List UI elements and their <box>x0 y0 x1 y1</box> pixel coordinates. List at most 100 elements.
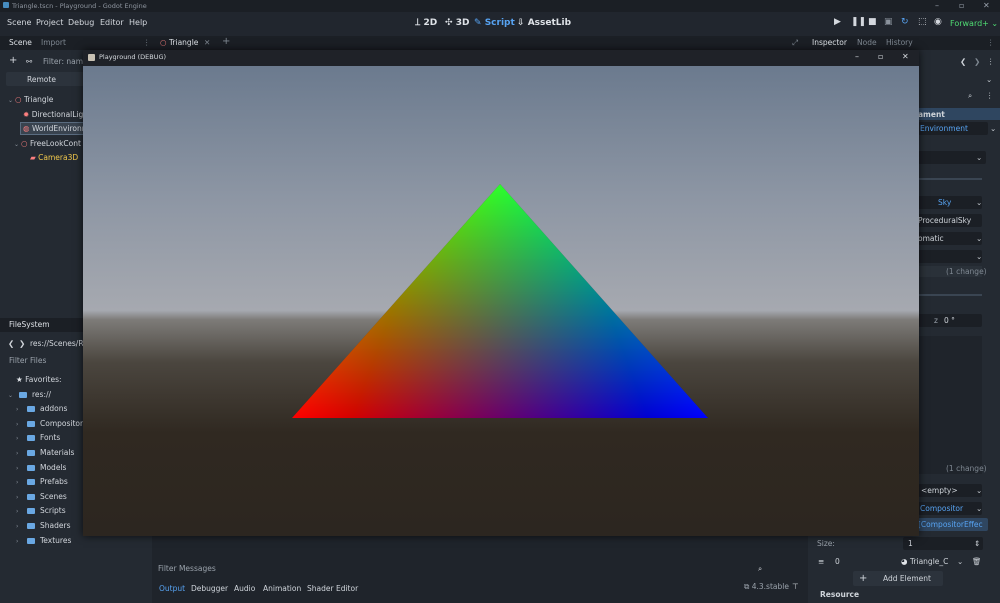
link-icon[interactable]: ⚯ <box>26 57 32 66</box>
play-icon[interactable]: ▶ <box>834 17 841 27</box>
tree-item-world-environment[interactable]: ◍ WorldEnvironm <box>23 124 89 133</box>
maximize-icon[interactable]: ▫ <box>878 52 883 61</box>
game-viewport[interactable] <box>83 66 919 536</box>
movie-maker-icon[interactable]: ◉ <box>934 17 942 27</box>
add-element-button[interactable]: + Add Element <box>853 571 943 586</box>
history-back-icon[interactable]: ❮ <box>960 57 966 66</box>
dock-menu-icon[interactable]: ⋮ <box>143 38 151 47</box>
folder-item[interactable]: › Shaders <box>16 521 70 530</box>
settings-icon[interactable]: ⋮ <box>986 91 994 100</box>
section-header[interactable]: ament <box>918 108 1000 120</box>
filter-messages-input[interactable]: Filter Messages <box>158 564 216 573</box>
folder-item[interactable]: › addons <box>16 404 67 413</box>
chevron-down-icon[interactable]: ⌄ <box>957 557 963 566</box>
back-icon[interactable]: ❮ <box>8 339 14 348</box>
menu-debug[interactable]: Debug <box>68 18 94 27</box>
tab-inspector[interactable]: Inspector <box>812 38 847 47</box>
scene-tab-triangle[interactable]: ○ Triangle <box>160 38 198 47</box>
close-icon[interactable]: ✕ <box>902 52 909 61</box>
folder-item[interactable]: › CompositorEf <box>16 419 90 428</box>
element-resource[interactable]: ◕ Triangle_C <box>901 557 948 566</box>
folder-item[interactable]: › Textures <box>16 536 71 545</box>
dock-menu-icon[interactable]: ⋮ <box>987 38 995 47</box>
close-tab-icon[interactable]: ✕ <box>204 38 210 47</box>
chevron-down-icon[interactable]: ⌄ <box>976 234 982 243</box>
procedural-sky-field[interactable]: ProceduralSky <box>918 214 982 227</box>
stop-icon[interactable]: ■ <box>868 17 877 27</box>
favorites-item[interactable]: ★ Favorites: <box>16 375 62 384</box>
search-icon[interactable]: ⌕ <box>968 91 972 101</box>
folder-item[interactable]: › Models <box>16 463 66 472</box>
bottom-tab-shader-editor[interactable]: Shader Editor <box>307 584 358 593</box>
folder-item[interactable]: › Materials <box>16 448 74 457</box>
pause-icon[interactable]: ❚❚ <box>851 17 866 27</box>
menu-help[interactable]: Help <box>129 18 147 27</box>
minimize-icon[interactable]: – <box>935 1 939 10</box>
menu-project[interactable]: Project <box>36 18 63 27</box>
tab-node[interactable]: Node <box>857 38 877 47</box>
history-forward-icon[interactable]: ❯ <box>974 57 980 66</box>
chevron-down-icon[interactable]: ⌄ <box>976 153 982 162</box>
scene-filter-input[interactable]: Filter: name <box>43 57 88 66</box>
folder-item[interactable]: › Scripts <box>16 506 66 515</box>
tab-filesystem[interactable]: FileSystem <box>9 320 50 329</box>
chevron-down-icon[interactable]: ⌄ <box>976 504 982 513</box>
distraction-free-icon[interactable]: ⤢ <box>792 38 798 48</box>
tree-item-camera[interactable]: ▰ Camera3D <box>30 153 78 162</box>
tree-item-triangle[interactable]: ⌄ ○ Triangle <box>8 95 53 104</box>
process-mode-select[interactable]: omatic <box>918 232 982 245</box>
add-node-icon[interactable]: + <box>9 55 17 66</box>
tab-scene[interactable]: Scene <box>9 38 32 47</box>
rotation-field[interactable]: z 0 ° <box>918 314 982 327</box>
compositor-effect-field[interactable]: [CompositorEffec <box>918 518 988 531</box>
env-resource-field[interactable]: Environment <box>918 122 988 135</box>
maximize-icon[interactable]: ▫ <box>959 1 964 10</box>
size-field[interactable]: 1 <box>903 537 983 550</box>
tab-import[interactable]: Import <box>41 38 66 47</box>
tab-history[interactable]: History <box>886 38 913 47</box>
search-icon[interactable]: ⌕ <box>758 564 762 574</box>
reload-icon[interactable]: ↻ <box>901 17 909 27</box>
menu-editor[interactable]: Editor <box>100 18 124 27</box>
folder-item[interactable]: › Prefabs <box>16 477 68 486</box>
bottom-tab-audio[interactable]: Audio <box>234 584 255 593</box>
filter-files-input[interactable]: Filter Files <box>9 356 46 365</box>
renderer-selector[interactable]: Forward+ ⌄ <box>950 19 998 28</box>
folder-item[interactable]: › Scenes <box>16 492 67 501</box>
workspace-3d-button[interactable]: ✣ 3D <box>445 18 469 28</box>
workspace-2d-button[interactable]: ⟘ 2D <box>415 18 437 28</box>
chevron-down-icon[interactable]: ⌄ <box>976 486 982 495</box>
bottom-tab-animation[interactable]: Animation <box>263 584 301 593</box>
chevron-down-icon[interactable]: ⌄ <box>976 198 982 207</box>
play-scene-icon[interactable]: ⬚ <box>918 17 927 27</box>
drag-handle-icon[interactable]: ≡ <box>818 557 824 566</box>
remote-debug-icon[interactable]: ▣ <box>884 17 893 27</box>
path-field[interactable]: res://Scenes/Ra <box>30 339 88 348</box>
chevron-down-icon[interactable]: ⌄ <box>990 124 996 133</box>
forward-icon[interactable]: ❯ <box>19 339 25 348</box>
add-tab-icon[interactable]: + <box>222 36 230 47</box>
pin-icon[interactable]: ⊤ <box>792 582 799 591</box>
object-menu-icon[interactable]: ⋮ <box>987 57 995 66</box>
folder-item[interactable]: › Fonts <box>16 433 60 442</box>
bottom-tab-output[interactable]: Output <box>159 584 185 593</box>
size-stepper-icon[interactable]: ⇕ <box>974 539 980 548</box>
radiance-select[interactable] <box>918 250 982 263</box>
camera-attributes-field[interactable]: <empty> <box>918 484 982 497</box>
minimize-icon[interactable]: – <box>855 52 859 61</box>
compositor-field[interactable]: Compositor <box>918 502 982 515</box>
tree-item-directional-light[interactable]: ✹ DirectionalLig <box>23 110 83 119</box>
workspace-script-button[interactable]: ✎ Script <box>474 18 515 28</box>
menu-scene[interactable]: Scene <box>7 18 31 27</box>
delete-icon[interactable]: 🗑 <box>972 557 982 566</box>
res-root-item[interactable]: ⌄ res:// <box>8 390 51 399</box>
debug-game-window[interactable]: Playground (DEBUG) – ▫ ✕ <box>83 50 919 536</box>
sky-resource-field[interactable]: Sky <box>918 196 982 209</box>
debug-window-titlebar[interactable]: Playground (DEBUG) – ▫ ✕ <box>83 50 919 66</box>
close-icon[interactable]: ✕ <box>983 1 990 10</box>
workspace-assetlib-button[interactable]: ⇩ AssetLib <box>517 18 571 28</box>
tree-item-freelook[interactable]: ⌄ ○ FreeLookCont <box>14 139 81 148</box>
bottom-tab-debugger[interactable]: Debugger <box>191 584 228 593</box>
chevron-down-icon[interactable]: ⌄ <box>986 75 992 84</box>
chevron-down-icon[interactable]: ⌄ <box>976 252 982 261</box>
